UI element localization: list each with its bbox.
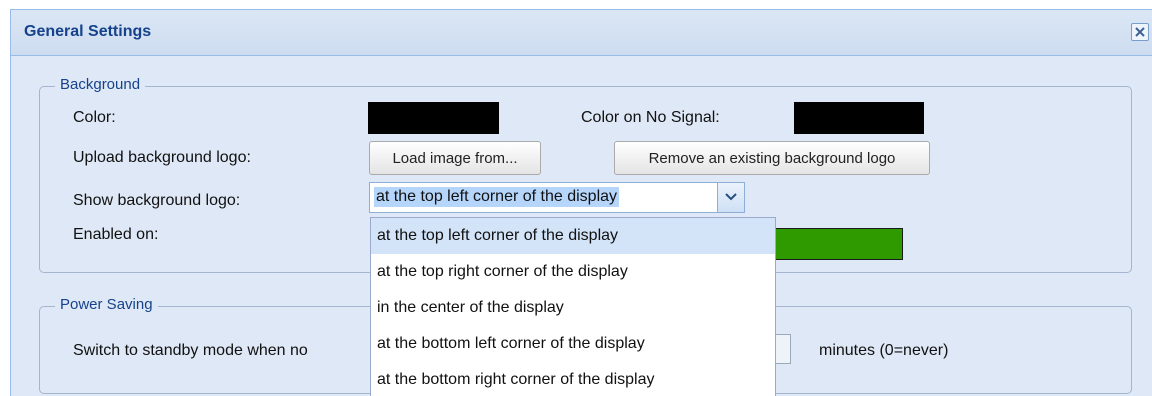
color-swatch[interactable]	[368, 102, 499, 134]
window-titlebar: General Settings	[11, 10, 1152, 56]
dropdown-option[interactable]: at the bottom right corner of the displa…	[371, 362, 775, 396]
close-icon[interactable]	[1131, 23, 1149, 41]
dropdown-option[interactable]: at the top left corner of the display	[371, 218, 775, 254]
chevron-down-icon[interactable]	[717, 183, 744, 212]
color-label: Color:	[73, 109, 116, 126]
standby-label: Switch to standby mode when no	[73, 342, 308, 359]
remove-logo-button[interactable]: Remove an existing background logo	[614, 141, 930, 175]
no-signal-color-label: Color on No Signal:	[581, 109, 720, 126]
show-logo-selected-value: at the top left corner of the display	[374, 187, 620, 207]
show-logo-label: Show background logo:	[73, 192, 241, 209]
window-title: General Settings	[24, 23, 152, 40]
no-signal-color-swatch[interactable]	[794, 102, 924, 134]
minutes-spinner[interactable]	[775, 334, 791, 364]
dropdown-option[interactable]: in the center of the display	[371, 290, 775, 326]
dropdown-option[interactable]: at the bottom left corner of the display	[371, 326, 775, 362]
enabled-on-label: Enabled on:	[73, 226, 159, 243]
upload-logo-label: Upload background logo:	[73, 149, 251, 166]
enabled-on-color[interactable]	[771, 228, 903, 260]
show-logo-select[interactable]: at the top left corner of the display	[369, 182, 745, 213]
power-saving-legend: Power Saving	[55, 296, 158, 313]
load-image-button[interactable]: Load image from...	[369, 141, 541, 175]
background-legend: Background	[55, 76, 146, 93]
show-logo-dropdown-list: at the top left corner of the display at…	[370, 217, 776, 396]
minutes-label: minutes (0=never)	[819, 342, 949, 359]
dropdown-option[interactable]: at the top right corner of the display	[371, 254, 775, 290]
